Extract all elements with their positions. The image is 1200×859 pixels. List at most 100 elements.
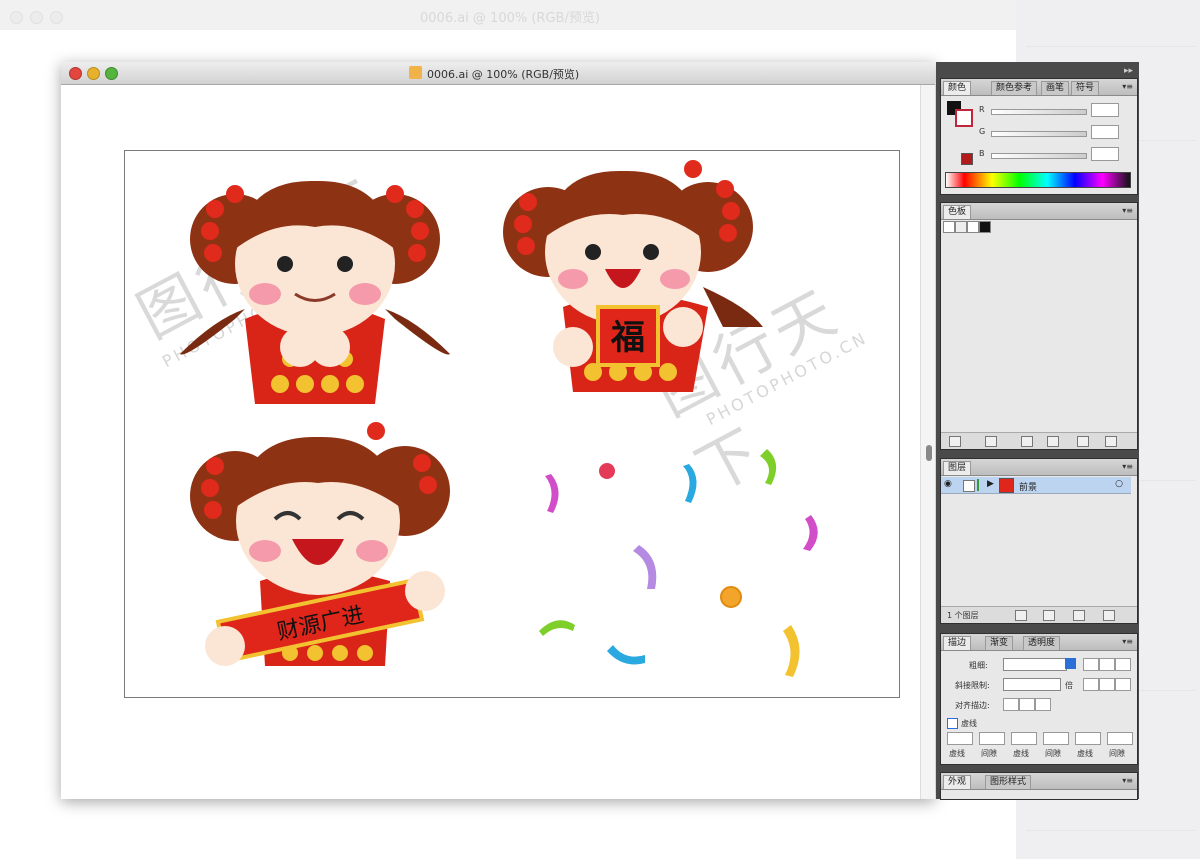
tab-gradient[interactable]: 渐变 — [985, 636, 1014, 650]
dash-input-3[interactable] — [1075, 732, 1101, 745]
appearance-menu-icon[interactable]: ▾≡ — [1122, 776, 1133, 785]
gap-label-1: 间隙 — [981, 749, 997, 758]
stroke-panel-tabs: 描边 渐变 透明度 ▾≡ — [941, 634, 1137, 651]
swatches-menu-icon[interactable]: ▾≡ — [1122, 206, 1133, 215]
girl-illustration-2[interactable]: 福 — [493, 157, 763, 397]
swatch-black[interactable] — [979, 221, 991, 233]
g-slider[interactable] — [991, 131, 1087, 137]
lock-toggle[interactable] — [963, 480, 975, 492]
tab-layers[interactable]: 图层 — [943, 461, 972, 475]
align-outside-button[interactable] — [1035, 698, 1051, 711]
dash-input-2[interactable] — [1011, 732, 1037, 745]
layers-panel-tabs: 图层 ▾≡ — [941, 459, 1137, 476]
tab-graphic-styles[interactable]: 图形样式 — [985, 775, 1032, 789]
weight-input[interactable] — [1003, 658, 1067, 671]
tab-stroke[interactable]: 描边 — [943, 636, 972, 650]
swatch-options-icon[interactable] — [1021, 436, 1033, 447]
align-inside-button[interactable] — [1019, 698, 1035, 711]
join-miter-button[interactable] — [1083, 678, 1099, 691]
gap-input-2[interactable] — [1043, 732, 1069, 745]
miter-input[interactable] — [1003, 678, 1061, 691]
dashed-line-checkbox[interactable] — [947, 718, 958, 729]
channel-label-g: G — [979, 127, 986, 136]
panel-menu-icon[interactable]: ▾≡ — [1122, 82, 1133, 91]
document-window: 0006.ai @ 100% (RGB/预览) 图行天下 PHOTOPHOTO.… — [61, 62, 935, 799]
join-round-button[interactable] — [1099, 678, 1115, 691]
cap-round-button[interactable] — [1099, 658, 1115, 671]
b-value-input[interactable] — [1091, 147, 1119, 161]
minimize-button[interactable] — [87, 67, 100, 80]
out-of-gamut-swatch[interactable] — [961, 153, 973, 165]
dash-label-2: 虚线 — [1013, 749, 1029, 758]
target-circle-icon[interactable]: ○ — [1115, 479, 1123, 489]
b-slider[interactable] — [991, 153, 1087, 159]
layer-name[interactable]: 前景 — [1019, 480, 1037, 493]
new-color-group-icon[interactable] — [1047, 436, 1059, 447]
new-swatch-icon[interactable] — [1077, 436, 1089, 447]
fu-character: 福 — [610, 318, 645, 358]
gap-input-3[interactable] — [1107, 732, 1133, 745]
girl-illustration-3[interactable]: 财源广进 — [180, 421, 465, 671]
girl-illustration-1[interactable] — [175, 169, 455, 409]
tab-color[interactable]: 颜色 — [943, 81, 972, 95]
new-sublayer-icon[interactable] — [1043, 610, 1055, 621]
align-stroke-label: 对齐描边: — [955, 701, 990, 710]
background-titlebar: 0006.ai @ 100% (RGB/预览) — [0, 0, 1016, 31]
layers-menu-icon[interactable]: ▾≡ — [1122, 462, 1133, 471]
tab-transparency[interactable]: 透明度 — [1023, 636, 1061, 650]
show-kinds-icon[interactable] — [985, 436, 997, 447]
swatch-libraries-icon[interactable] — [949, 436, 961, 447]
tab-symbols[interactable]: 符号 — [1071, 81, 1100, 95]
swatch-none[interactable] — [943, 221, 955, 233]
swatch-registration[interactable] — [955, 221, 967, 233]
tab-brushes[interactable]: 画笔 — [1041, 81, 1070, 95]
confetti-group[interactable] — [535, 441, 835, 681]
stroke-menu-icon[interactable]: ▾≡ — [1122, 637, 1133, 646]
close-button[interactable] — [69, 67, 82, 80]
channel-label-r: R — [979, 105, 985, 114]
align-center-button[interactable] — [1003, 698, 1019, 711]
gap-input-1[interactable] — [979, 732, 1005, 745]
delete-layer-icon[interactable] — [1103, 610, 1115, 621]
dash-label-3: 虚线 — [1077, 749, 1093, 758]
visibility-eye-icon[interactable]: ◉ — [944, 479, 952, 489]
window-titlebar: 0006.ai @ 100% (RGB/预览) — [61, 62, 935, 85]
delete-swatch-icon[interactable] — [1105, 436, 1117, 447]
color-spectrum-bar[interactable] — [945, 172, 1131, 188]
document-icon — [409, 66, 422, 79]
vertical-scrollbar[interactable] — [920, 85, 935, 799]
g-value-input[interactable] — [1091, 125, 1119, 139]
cap-square-button[interactable] — [1115, 658, 1131, 671]
weight-dropdown-icon[interactable] — [1065, 658, 1076, 669]
miter-label: 斜接限制: — [955, 681, 990, 690]
stroke-swatch[interactable] — [955, 109, 973, 127]
new-layer-icon[interactable] — [1073, 610, 1085, 621]
layers-panel: 图层 ▾≡ ◉ ▶ 前景 ○ 1 个图层 — [940, 458, 1138, 624]
swatch-white[interactable] — [967, 221, 979, 233]
cap-butt-button[interactable] — [1083, 658, 1099, 671]
tab-swatches[interactable]: 色板 — [943, 205, 972, 219]
make-clipping-mask-icon[interactable] — [1015, 610, 1027, 621]
collapse-dock-icon[interactable]: ▸▸ — [1124, 66, 1133, 76]
background-window-controls — [10, 9, 70, 28]
color-panel: 颜色 颜色参考 画笔 符号 ▾≡ R G B — [940, 78, 1138, 195]
canvas-area[interactable]: 图行天下 PHOTOPHOTO.CN 图行天下 PHOTOPHOTO.CN — [61, 85, 921, 799]
r-slider[interactable] — [991, 109, 1087, 115]
appearance-panel: 外观 图形样式 ▾≡ — [940, 772, 1138, 800]
tab-appearance[interactable]: 外观 — [943, 775, 972, 789]
scroll-thumb[interactable] — [926, 445, 932, 461]
zoom-button[interactable] — [105, 67, 118, 80]
tab-color-guide[interactable]: 颜色参考 — [991, 81, 1038, 95]
layer-thumbnail — [999, 478, 1014, 493]
r-value-input[interactable] — [1091, 103, 1119, 117]
layer-row[interactable]: ◉ ▶ 前景 ○ — [941, 477, 1131, 494]
dash-input-1[interactable] — [947, 732, 973, 745]
dashed-line-label: 虚线 — [961, 719, 977, 728]
layer-count: 1 个图层 — [947, 611, 979, 620]
miter-unit: 倍 — [1065, 681, 1073, 690]
layer-color-marker — [977, 479, 979, 491]
artboard[interactable]: 图行天下 PHOTOPHOTO.CN 图行天下 PHOTOPHOTO.CN — [124, 150, 900, 698]
gap-label-2: 间隙 — [1045, 749, 1061, 758]
expand-triangle-icon[interactable]: ▶ — [987, 479, 994, 489]
join-bevel-button[interactable] — [1115, 678, 1131, 691]
